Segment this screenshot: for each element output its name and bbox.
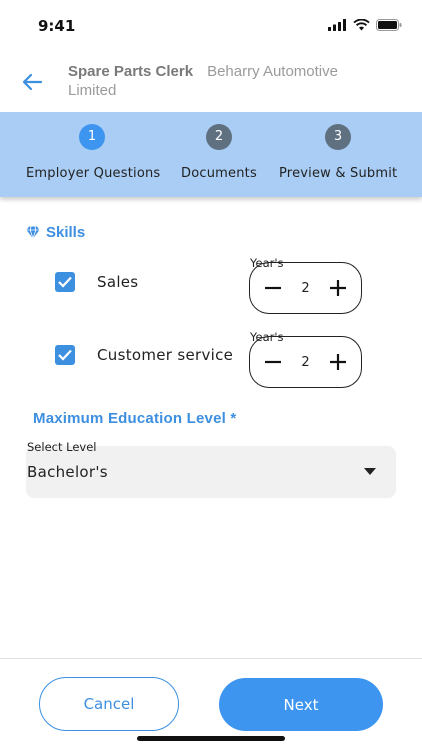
step-label: Employer Questions — [26, 166, 161, 181]
years-value: 2 — [301, 280, 310, 296]
decrement-button[interactable] — [262, 277, 284, 299]
select-value: Bachelor's — [27, 463, 108, 481]
education-section-title: Maximum Education Level * — [33, 410, 237, 427]
app-header: Spare Parts Clerk Beharry Automotive Limi… — [0, 56, 422, 112]
job-title: Spare Parts Clerk — [68, 63, 194, 80]
screen: 9:41 Spare Parts Clerk Beharry Automotiv… — [0, 0, 422, 750]
education-level-select[interactable]: Select Level Bachelor's — [26, 440, 396, 498]
page-title: Spare Parts Clerk Beharry Automotive Limi… — [68, 62, 388, 100]
step-preview-submit[interactable]: 3 Preview & Submit — [279, 124, 397, 181]
signal-icon — [328, 19, 346, 31]
step-number: 1 — [79, 124, 105, 150]
step-number: 2 — [206, 124, 232, 150]
skill-name: Sales — [97, 273, 139, 291]
increment-button[interactable] — [327, 351, 349, 373]
status-bar: 9:41 — [0, 0, 422, 50]
wifi-icon — [353, 19, 370, 31]
footer-divider — [0, 658, 422, 659]
progress-stepper: 1 Employer Questions 2 Documents 3 Previ… — [0, 112, 422, 197]
decrement-button[interactable] — [262, 351, 284, 373]
sales-checkbox[interactable] — [55, 272, 75, 292]
minus-icon — [265, 286, 281, 290]
status-icons — [328, 19, 402, 31]
years-value: 2 — [301, 354, 310, 370]
skills-title-text: Skills — [46, 224, 86, 241]
next-button[interactable]: Next — [219, 678, 383, 731]
step-documents[interactable]: 2 Documents — [176, 124, 262, 181]
check-icon — [58, 276, 72, 288]
years-stepper-sales: 2 — [249, 262, 362, 314]
skill-row-customer-service: Customer service Year's 2 — [0, 328, 422, 388]
increment-button[interactable] — [327, 277, 349, 299]
years-stepper-customer-service: 2 — [249, 336, 362, 388]
status-time: 9:41 — [38, 17, 76, 35]
check-icon — [58, 349, 72, 361]
skill-name: Customer service — [97, 346, 234, 364]
customer-service-checkbox[interactable] — [55, 345, 75, 365]
battery-icon — [376, 19, 402, 31]
step-label: Preview & Submit — [279, 166, 398, 181]
select-label: Select Level — [27, 440, 97, 454]
minus-icon — [265, 360, 281, 364]
skill-row-sales: Sales Year's 2 — [0, 254, 422, 314]
back-button[interactable] — [18, 70, 46, 94]
step-label: Documents — [181, 166, 257, 181]
home-indicator — [137, 736, 285, 741]
caret-down-icon — [364, 468, 376, 475]
cancel-button[interactable]: Cancel — [39, 677, 179, 731]
plus-icon — [330, 280, 346, 296]
plus-icon — [330, 354, 346, 370]
step-employer-questions[interactable]: 1 Employer Questions — [26, 124, 161, 181]
step-number: 3 — [325, 124, 351, 150]
diamond-icon — [26, 226, 40, 239]
skills-section-title: Skills — [26, 224, 85, 241]
arrow-left-icon — [22, 73, 43, 91]
